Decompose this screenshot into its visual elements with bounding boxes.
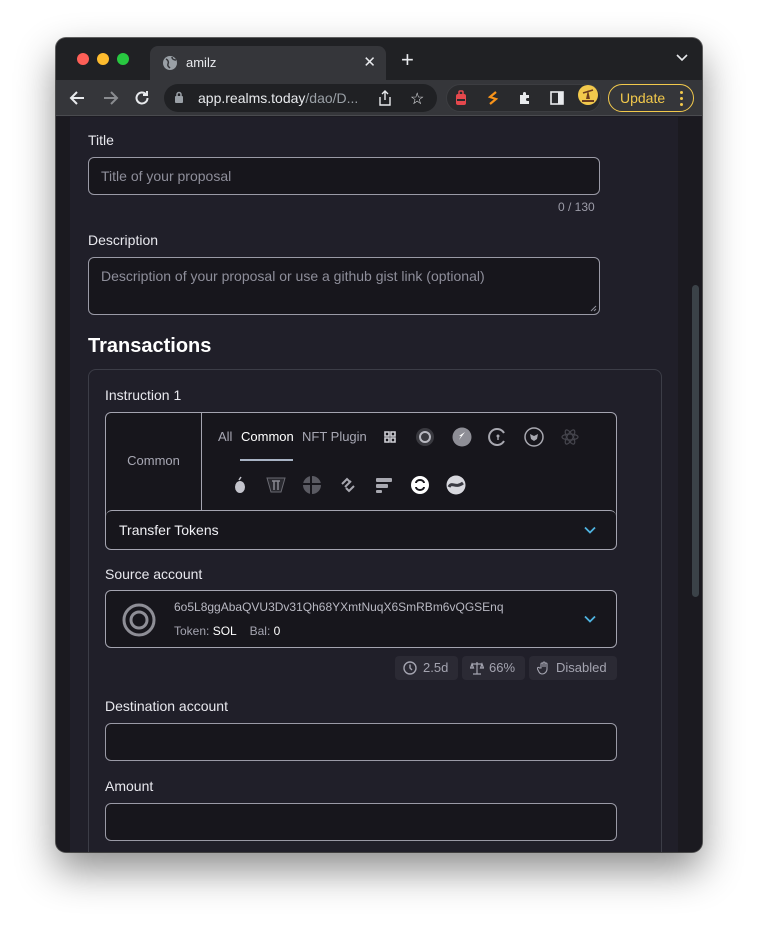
voting-time-value: 2.5d: [423, 660, 449, 675]
filter-tab-nft-plugin[interactable]: NFT Plugin: [302, 429, 367, 444]
chevron-down-icon: [584, 615, 596, 623]
filter-tab-all[interactable]: All: [218, 429, 232, 444]
program-icon-5[interactable]: [524, 427, 544, 447]
browser-window: amilz ✕ + app.realms.today/dao/D... ☆ Up…: [56, 38, 702, 852]
program-icon-9[interactable]: [302, 475, 322, 495]
instruction-type-value: Transfer Tokens: [119, 522, 219, 538]
title-input[interactable]: Title of your proposal: [88, 157, 600, 195]
amount-input[interactable]: [105, 803, 617, 841]
title-label: Title: [88, 132, 114, 148]
program-icon-4[interactable]: [488, 427, 508, 447]
quorum-chip: 66%: [462, 656, 525, 680]
source-account-address: 6o5L8ggAbaQVU3Dv31Qh68YXmtNuqX6SmRBm6vQG…: [174, 600, 504, 614]
tab-search-chevron-icon[interactable]: [676, 54, 688, 62]
balance-value: 0: [273, 624, 281, 638]
title-placeholder: Title of your proposal: [101, 168, 232, 184]
extension-backpack-icon[interactable]: [453, 90, 469, 106]
program-icon-7[interactable]: [230, 475, 250, 495]
share-icon[interactable]: [378, 90, 392, 106]
token-value: SOL: [212, 624, 237, 638]
destination-account-label: Destination account: [105, 698, 228, 714]
proposal-form-panel: Title Title of your proposal 0 / 130 Des…: [70, 117, 678, 852]
url-host: app.realms.today: [198, 90, 306, 106]
scrollbar-thumb[interactable]: [692, 285, 699, 597]
scrollbar-track[interactable]: [688, 117, 702, 852]
program-icon-11[interactable]: [374, 475, 394, 495]
minimize-window-button[interactable]: [97, 53, 109, 65]
description-label: Description: [88, 232, 159, 248]
instruction-card: Instruction 1 Common All Common NFT Plug…: [88, 369, 662, 852]
active-tab-underline: [240, 459, 293, 461]
bookmark-star-icon[interactable]: ☆: [410, 89, 424, 109]
veto-chip: Disabled: [529, 656, 617, 680]
program-icon-12[interactable]: [410, 475, 430, 495]
globe-icon: [163, 56, 177, 70]
new-tab-button[interactable]: +: [401, 49, 414, 71]
clock-icon: [403, 661, 417, 675]
balance-label: Bal:: [249, 624, 271, 638]
title-char-counter: 0 / 130: [558, 200, 595, 214]
category-selected-label: Common: [127, 453, 180, 468]
source-account-label: Source account: [105, 566, 203, 582]
source-account-meta: Token: SOL Bal: 0: [174, 624, 280, 638]
description-placeholder: Description of your proposal or use a gi…: [101, 268, 485, 284]
forward-icon[interactable]: [100, 88, 120, 108]
instruction-label: Instruction 1: [105, 387, 182, 403]
resize-handle-icon[interactable]: [590, 305, 597, 312]
program-icon-8[interactable]: [266, 475, 286, 495]
back-icon[interactable]: [68, 88, 88, 108]
program-icon-6[interactable]: [560, 427, 580, 447]
token-logo-icon: [122, 603, 156, 637]
scale-icon: [470, 662, 484, 675]
program-icon-10[interactable]: [338, 475, 358, 495]
voting-time-chip: 2.5d: [395, 656, 458, 680]
amount-label: Amount: [105, 778, 154, 794]
program-icon-3[interactable]: [452, 427, 472, 447]
side-panel-icon[interactable]: [549, 90, 565, 106]
chevron-down-icon: [584, 526, 596, 534]
filter-tab-common[interactable]: Common: [241, 429, 294, 444]
address-bar[interactable]: app.realms.today/dao/D... ☆: [164, 84, 437, 112]
extension-solflare-icon[interactable]: [485, 90, 501, 106]
url-path: /dao/D...: [305, 90, 359, 106]
profile-avatar[interactable]: [578, 85, 598, 105]
quorum-value: 66%: [489, 660, 516, 675]
browser-toolbar: app.realms.today/dao/D... ☆ Update: [56, 80, 702, 116]
update-label: Update: [620, 90, 666, 106]
tab-title: amilz: [186, 55, 217, 70]
destination-account-input[interactable]: [105, 723, 617, 761]
page-content: Title Title of your proposal 0 / 130 Des…: [56, 117, 702, 852]
description-textarea[interactable]: Description of your proposal or use a gi…: [88, 257, 600, 315]
program-icon-1[interactable]: [380, 427, 400, 447]
close-window-button[interactable]: [77, 53, 89, 65]
instruction-type-dropdown[interactable]: Transfer Tokens: [106, 510, 616, 549]
category-selected[interactable]: Common: [106, 413, 202, 510]
browser-tab[interactable]: amilz ✕: [150, 46, 386, 80]
reload-icon[interactable]: [132, 88, 152, 108]
token-label: Token:: [174, 624, 210, 638]
program-icon-13[interactable]: [446, 475, 466, 495]
update-chrome-button[interactable]: Update: [608, 84, 694, 112]
extensions-puzzle-icon[interactable]: [517, 90, 533, 106]
kebab-menu-icon[interactable]: [680, 91, 684, 109]
maximize-window-button[interactable]: [117, 53, 129, 65]
instruction-selector: Common All Common NFT Plugin Transfer To…: [105, 412, 617, 550]
close-tab-icon[interactable]: ✕: [363, 53, 376, 71]
veto-value: Disabled: [556, 660, 607, 675]
source-account-select[interactable]: 6o5L8ggAbaQVU3Dv31Qh68YXmtNuqX6SmRBm6vQG…: [105, 590, 617, 648]
tab-strip: amilz ✕ +: [56, 38, 702, 80]
program-icon-2[interactable]: [415, 427, 435, 447]
hand-icon: [537, 661, 548, 675]
url-text: app.realms.today/dao/D...: [198, 90, 358, 106]
lock-icon: [175, 91, 183, 103]
transactions-heading: Transactions: [88, 335, 212, 357]
